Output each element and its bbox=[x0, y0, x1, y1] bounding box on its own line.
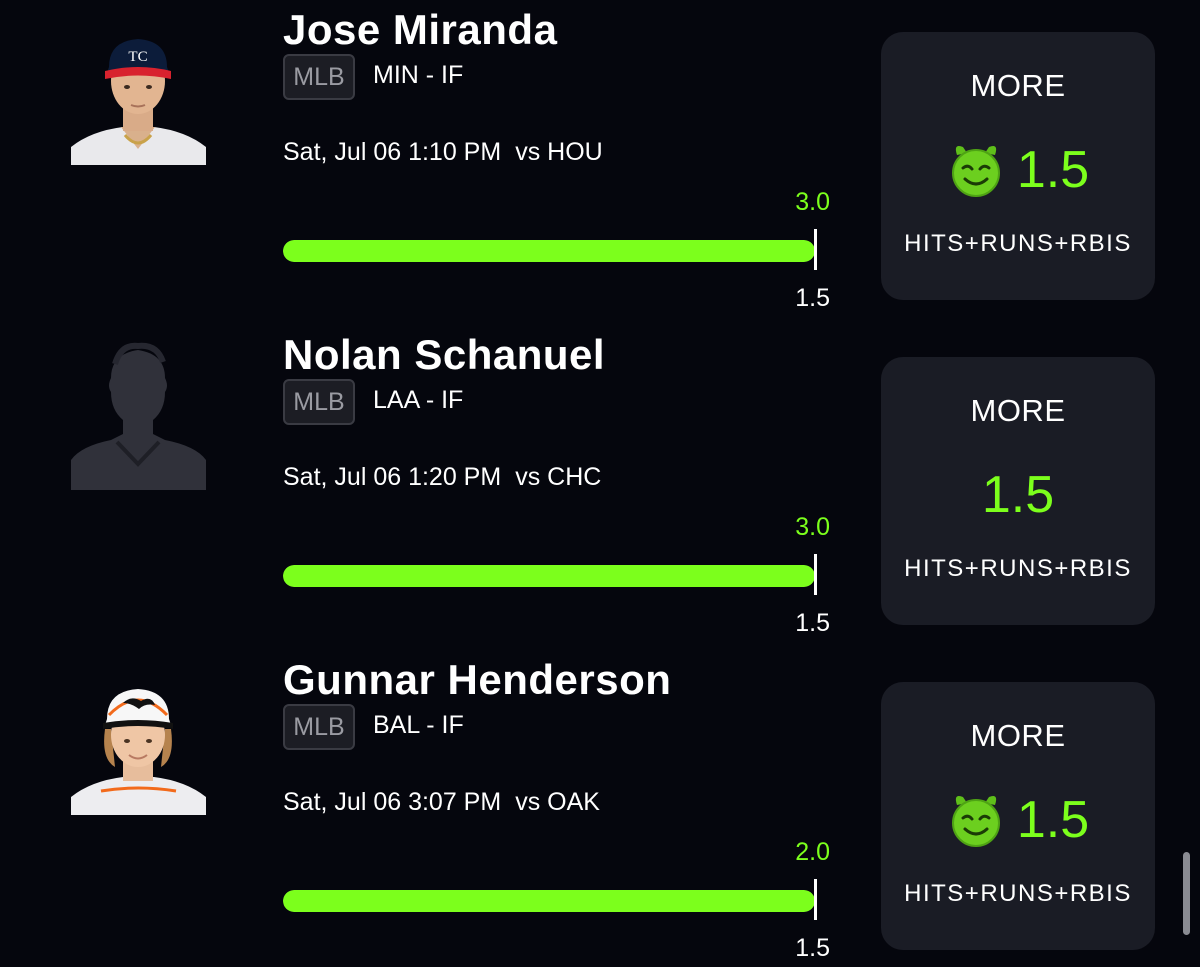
pick-direction: MORE bbox=[970, 718, 1066, 753]
league-badge: MLB bbox=[283, 379, 355, 425]
player-row: Gunnar Henderson MLB BAL - IF Sat, Jul 0… bbox=[0, 650, 1200, 967]
player-row: TC Jose Miranda MLB MIN - IF Sat, Jul 06… bbox=[0, 0, 1200, 325]
pick-value: 1.5 bbox=[1016, 141, 1090, 199]
player-photo-icon bbox=[71, 689, 206, 815]
pick-stat-type: HITS+RUNS+RBIS bbox=[904, 555, 1132, 582]
pick-value-row: 1.5 bbox=[881, 789, 1155, 851]
progress-bar-fill bbox=[283, 240, 815, 262]
actual-stat-value: 3.0 bbox=[795, 188, 830, 216]
player-name: Nolan Schanuel bbox=[283, 331, 606, 378]
pick-stat-type: HITS+RUNS+RBIS bbox=[904, 880, 1132, 907]
player-name: Jose Miranda bbox=[283, 6, 558, 53]
pick-card[interactable]: MORE 1.5 HITS+RUNS+RBIS bbox=[881, 682, 1155, 950]
silhouette-icon bbox=[71, 342, 206, 490]
pick-value-row: 1.5 bbox=[881, 464, 1155, 526]
player-name: Gunnar Henderson bbox=[283, 656, 672, 703]
line-value: 1.5 bbox=[795, 609, 830, 637]
actual-stat-value: 3.0 bbox=[795, 513, 830, 541]
demon-emoji-icon bbox=[951, 796, 1000, 847]
team-position: MIN - IF bbox=[373, 61, 464, 89]
game-opponent: vs OAK bbox=[515, 788, 600, 816]
game-info: Sat, Jul 06 1:10 PM vs HOU bbox=[283, 138, 603, 167]
player-avatar-orioles bbox=[71, 659, 206, 815]
pick-value: 1.5 bbox=[981, 466, 1055, 524]
pick-value: 1.5 bbox=[1016, 791, 1090, 849]
league-badge: MLB bbox=[283, 704, 355, 750]
team-position: LAA - IF bbox=[373, 386, 464, 414]
line-value: 1.5 bbox=[795, 284, 830, 312]
progress-bar bbox=[283, 565, 815, 587]
pick-direction: MORE bbox=[970, 68, 1066, 103]
progress-bar-fill bbox=[283, 565, 815, 587]
actual-stat-value: 2.0 bbox=[795, 838, 830, 866]
team-position: BAL - IF bbox=[373, 711, 464, 739]
league-badge: MLB bbox=[283, 54, 355, 100]
game-opponent: vs CHC bbox=[515, 463, 602, 491]
line-marker bbox=[814, 879, 817, 920]
game-time: Sat, Jul 06 1:20 PM bbox=[283, 463, 502, 491]
line-marker bbox=[814, 554, 817, 595]
player-avatar-placeholder bbox=[71, 334, 206, 490]
progress-bar bbox=[283, 240, 815, 262]
game-opponent: vs HOU bbox=[515, 138, 603, 166]
player-photo-icon: TC bbox=[71, 39, 206, 165]
pick-direction: MORE bbox=[970, 393, 1066, 428]
player-avatar-twins: TC bbox=[71, 9, 206, 165]
player-row: Nolan Schanuel MLB LAA - IF Sat, Jul 06 … bbox=[0, 325, 1200, 650]
svg-text:TC: TC bbox=[128, 49, 147, 65]
scrollbar-thumb[interactable] bbox=[1183, 852, 1190, 935]
pick-value-row: 1.5 bbox=[881, 139, 1155, 201]
game-info: Sat, Jul 06 3:07 PM vs OAK bbox=[283, 788, 600, 817]
pick-card[interactable]: MORE 1.5 HITS+RUNS+RBIS bbox=[881, 357, 1155, 625]
progress-bar bbox=[283, 890, 815, 912]
pick-stat-type: HITS+RUNS+RBIS bbox=[904, 230, 1132, 257]
projection-list: TC Jose Miranda MLB MIN - IF Sat, Jul 06… bbox=[0, 0, 1200, 967]
demon-emoji-icon bbox=[951, 146, 1000, 197]
pick-card[interactable]: MORE 1.5 HITS+RUNS+RBIS bbox=[881, 32, 1155, 300]
game-info: Sat, Jul 06 1:20 PM vs CHC bbox=[283, 463, 601, 492]
game-time: Sat, Jul 06 1:10 PM bbox=[283, 138, 502, 166]
line-marker bbox=[814, 229, 817, 270]
progress-bar-fill bbox=[283, 890, 815, 912]
game-time: Sat, Jul 06 3:07 PM bbox=[283, 788, 502, 816]
line-value: 1.5 bbox=[795, 934, 830, 962]
